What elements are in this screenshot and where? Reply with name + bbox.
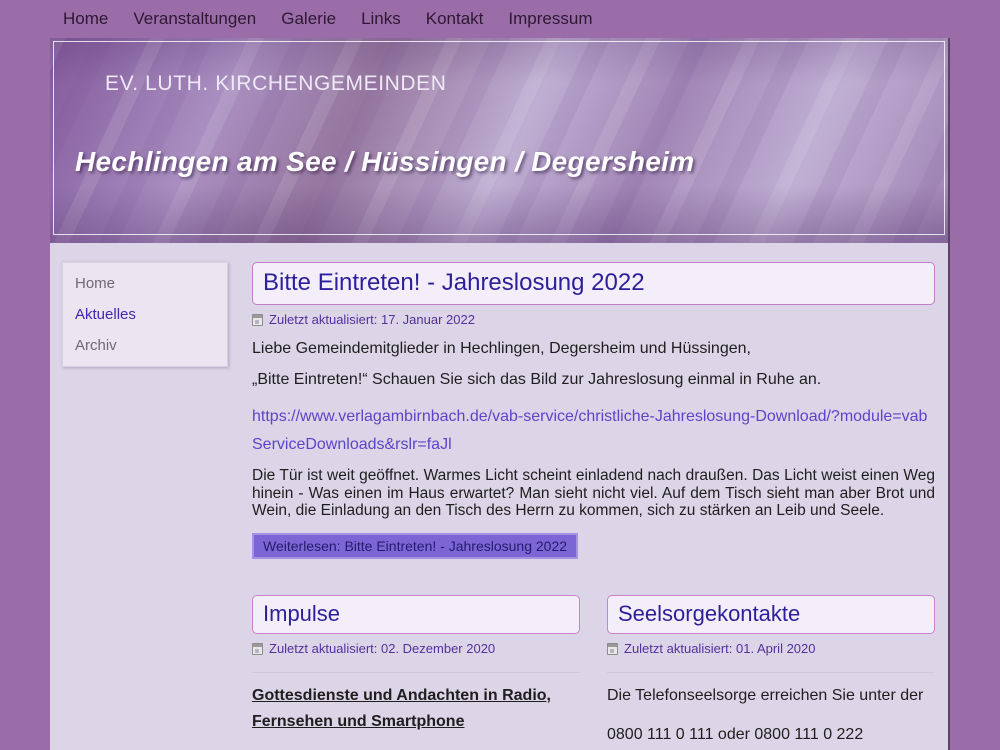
article-paragraph-2: „Bitte Eintreten!“ Schauen Sie sich das … xyxy=(252,371,935,389)
article-link-paragraph: https://www.verlagambirnbach.de/vab-serv… xyxy=(252,403,935,458)
site-supertitle: EV. LUTH. KIRCHENGEMEINDEN xyxy=(105,72,447,96)
calendar-icon xyxy=(252,314,263,326)
article-updated: Zuletzt aktualisiert: 17. Januar 2022 xyxy=(252,312,935,327)
main-column: Bitte Eintreten! - Jahreslosung 2022 Zul… xyxy=(252,262,935,750)
seelsorge-updated-text: Zuletzt aktualisiert: 01. April 2020 xyxy=(624,641,816,656)
nav-item-veranstaltungen[interactable]: Veranstaltungen xyxy=(133,9,256,29)
seelsorge-title: Seelsorgekontakte xyxy=(607,595,935,634)
impulse-updated: Zuletzt aktualisiert: 02. Dezember 2020 xyxy=(252,641,580,656)
article-title: Bitte Eintreten! - Jahreslosung 2022 xyxy=(252,262,935,305)
top-navigation: Home Veranstaltungen Galerie Links Konta… xyxy=(0,0,1000,38)
impulse-updated-text: Zuletzt aktualisiert: 02. Dezember 2020 xyxy=(269,641,495,656)
sidebar-item-aktuelles[interactable]: Aktuelles xyxy=(63,299,227,330)
seelsorge-text: Die Telefonseelsorge erreichen Sie unter… xyxy=(607,683,935,709)
jahreslosung-download-link[interactable]: https://www.verlagambirnbach.de/vab-serv… xyxy=(252,408,927,453)
impulse-title: Impulse xyxy=(252,595,580,634)
article-updated-text: Zuletzt aktualisiert: 17. Januar 2022 xyxy=(269,312,475,327)
site-header: EV. LUTH. KIRCHENGEMEINDEN Hechlingen am… xyxy=(50,38,948,243)
column-impulse: Impulse Zuletzt aktualisiert: 02. Dezemb… xyxy=(252,595,580,750)
seelsorge-phone: 0800 111 0 111 oder 0800 111 0 222 xyxy=(607,726,935,744)
sidebar-item-archiv[interactable]: Archiv xyxy=(63,330,227,361)
bottom-columns: Impulse Zuletzt aktualisiert: 02. Dezemb… xyxy=(252,595,935,750)
nav-item-links[interactable]: Links xyxy=(361,9,401,29)
page-panel: EV. LUTH. KIRCHENGEMEINDEN Hechlingen am… xyxy=(50,38,950,750)
nav-item-galerie[interactable]: Galerie xyxy=(281,9,336,29)
nav-item-home[interactable]: Home xyxy=(63,9,108,29)
calendar-icon xyxy=(607,643,618,655)
nav-item-kontakt[interactable]: Kontakt xyxy=(426,9,484,29)
column-seelsorgekontakte: Seelsorgekontakte Zuletzt aktualisiert: … xyxy=(607,595,935,750)
calendar-icon xyxy=(252,643,263,655)
divider xyxy=(252,672,580,673)
divider xyxy=(607,672,935,673)
article-paragraph-1: Liebe Gemeindemitglieder in Hechlingen, … xyxy=(252,340,935,358)
sidebar-menu: Home Aktuelles Archiv xyxy=(62,262,228,367)
nav-item-impressum[interactable]: Impressum xyxy=(508,9,592,29)
article-body-paragraph: Die Tür ist weit geöffnet. Warmes Licht … xyxy=(252,467,935,520)
site-title: Hechlingen am See / Hüssingen / Degershe… xyxy=(75,146,694,178)
impulse-heading: Gottesdienste und Andachten in Radio, Fe… xyxy=(252,683,580,736)
sidebar-item-home[interactable]: Home xyxy=(63,268,227,299)
content-area: Home Aktuelles Archiv Bitte Eintreten! -… xyxy=(50,243,948,750)
readmore-button[interactable]: Weiterlesen: Bitte Eintreten! - Jahreslo… xyxy=(252,533,578,559)
sidebar: Home Aktuelles Archiv xyxy=(62,262,228,750)
seelsorge-updated: Zuletzt aktualisiert: 01. April 2020 xyxy=(607,641,935,656)
